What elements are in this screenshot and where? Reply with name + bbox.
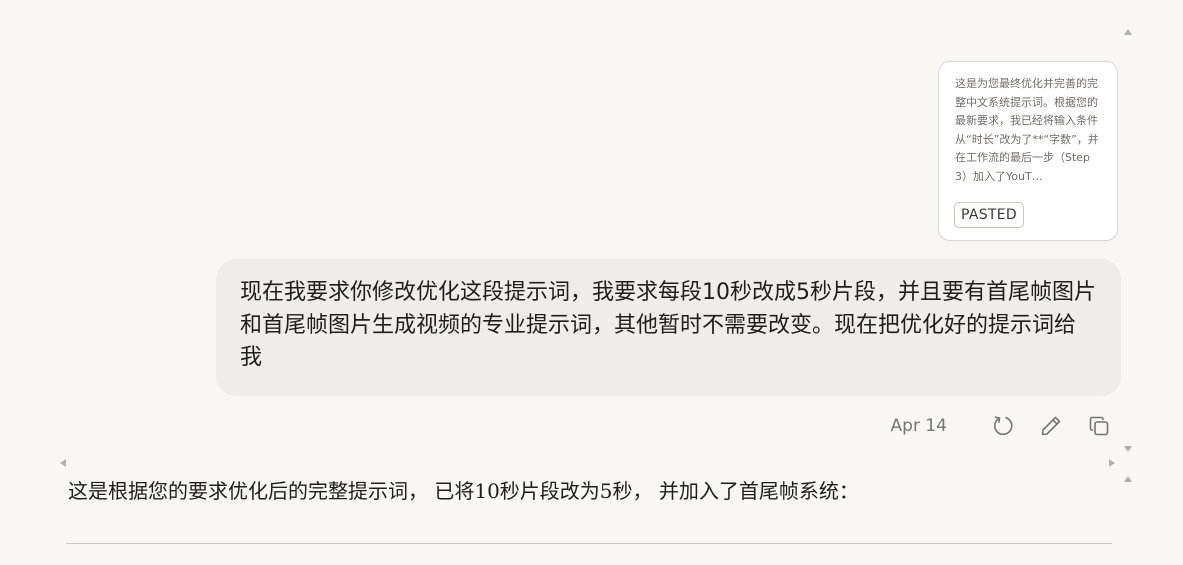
scroll-down-arrow[interactable]: [1124, 446, 1132, 452]
pencil-icon: [1041, 416, 1061, 436]
scroll-right-arrow[interactable]: [1109, 459, 1115, 467]
pasted-attachment-card[interactable]: 这是为您最终优化并完善的完整中文系统提示词。根据您的最新要求，我已经将输入条件从…: [938, 61, 1118, 241]
divider: [66, 543, 1112, 544]
retry-button[interactable]: [989, 412, 1017, 440]
message-actions: Apr 14: [891, 410, 1113, 442]
retry-icon: [993, 416, 1013, 436]
chat-view: 这是为您最终优化并完善的完整中文系统提示词。根据您的最新要求，我已经将输入条件从…: [0, 0, 1183, 565]
assistant-message-text: 这是根据您的要求优化后的完整提示词， 已将10秒片段改为5秒， 并加入了首尾帧系…: [68, 479, 859, 503]
scroll-up-arrow-lower[interactable]: [1124, 476, 1132, 482]
copy-icon: [1089, 416, 1109, 436]
user-message-text: 现在我要求你修改优化这段提示词，我要求每段10秒改成5秒片段，并且要有首尾帧图片…: [240, 280, 1096, 370]
edit-button[interactable]: [1037, 412, 1065, 440]
message-date: Apr 14: [890, 416, 947, 436]
user-message-bubble: 现在我要求你修改优化这段提示词，我要求每段10秒改成5秒片段，并且要有首尾帧图片…: [216, 259, 1121, 396]
scroll-left-arrow[interactable]: [60, 459, 66, 467]
copy-button[interactable]: [1085, 412, 1113, 440]
pasted-badge: PASTED: [954, 202, 1024, 228]
scroll-up-arrow[interactable]: [1124, 29, 1132, 35]
pasted-preview-text: 这是为您最终优化并完善的完整中文系统提示词。根据您的最新要求，我已经将输入条件从…: [955, 77, 1099, 183]
